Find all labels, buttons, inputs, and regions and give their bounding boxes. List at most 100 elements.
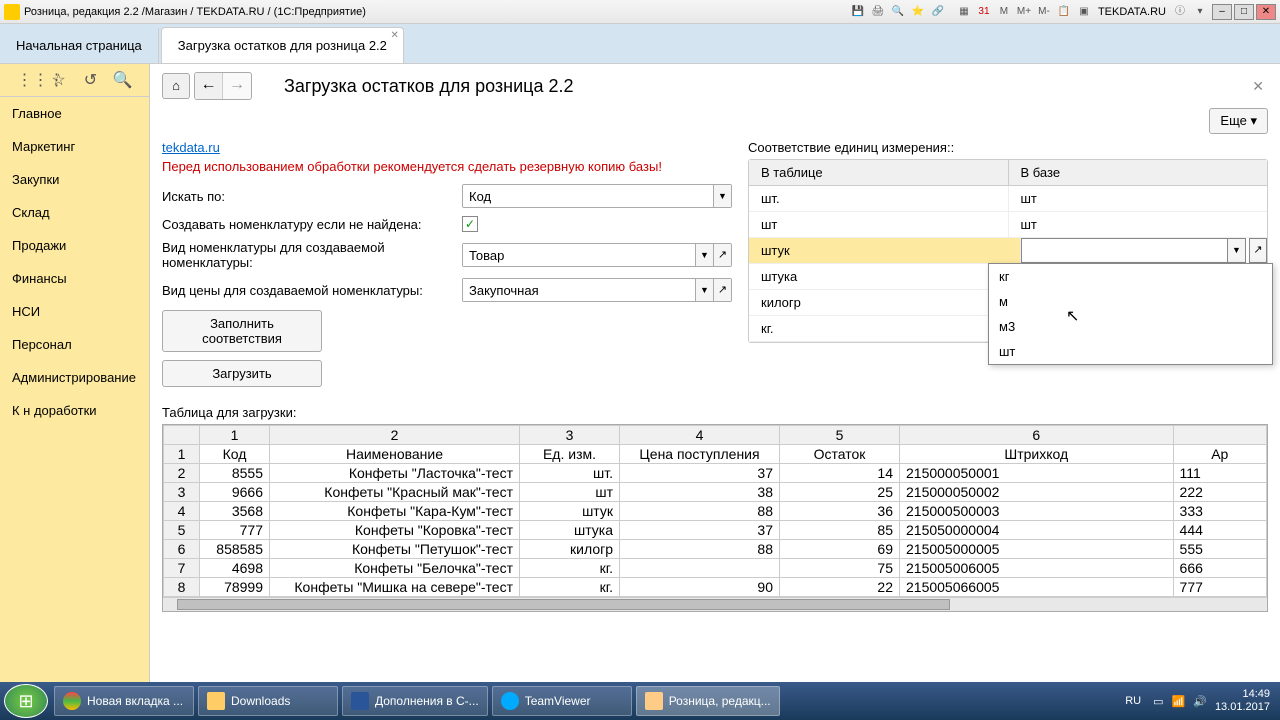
- grid-cell[interactable]: 36: [780, 502, 900, 521]
- grid-cell[interactable]: 858585: [200, 540, 270, 559]
- grid-cell[interactable]: Конфеты "Мишка на севере"-тест: [270, 578, 520, 597]
- grid-cell[interactable]: 555: [1173, 540, 1266, 559]
- history-icon[interactable]: ↺: [81, 70, 101, 90]
- unit-cell-base[interactable]: шт: [1009, 212, 1268, 237]
- unit-cell-table[interactable]: штук: [749, 238, 1021, 263]
- grid-cell[interactable]: 75: [780, 559, 900, 578]
- load-button[interactable]: Загрузить: [162, 360, 322, 387]
- grid-cell[interactable]: 88: [620, 502, 780, 521]
- grid-cell[interactable]: 14: [780, 464, 900, 483]
- sidebar-item-3[interactable]: Склад: [0, 196, 149, 229]
- home-button[interactable]: ⌂: [162, 73, 190, 99]
- grid-cell[interactable]: 8555: [200, 464, 270, 483]
- grid-cell[interactable]: 88: [620, 540, 780, 559]
- dropdown-option[interactable]: м3: [989, 314, 1272, 339]
- grid-cell[interactable]: 37: [620, 521, 780, 540]
- unit-cell-base[interactable]: ▼↗: [1021, 238, 1268, 263]
- forward-button[interactable]: →: [223, 73, 251, 99]
- grid-rownum[interactable]: 5: [164, 521, 200, 540]
- grid-cell[interactable]: 38: [620, 483, 780, 502]
- price-type-dd[interactable]: ▼: [695, 279, 713, 301]
- grid-header-cell[interactable]: Ар: [1173, 445, 1266, 464]
- grid-colnum[interactable]: 5: [780, 426, 900, 445]
- unit-base-open[interactable]: ↗: [1249, 238, 1267, 263]
- task-word[interactable]: Дополнения в C-...: [342, 686, 488, 716]
- grid-cell[interactable]: 222: [1173, 483, 1266, 502]
- unit-cell-table[interactable]: шт.: [749, 186, 1009, 211]
- grid-cell[interactable]: 215005006005: [900, 559, 1174, 578]
- tray-net-icon[interactable]: 📶: [1172, 695, 1186, 708]
- grid-cell[interactable]: 22: [780, 578, 900, 597]
- unit-row[interactable]: штшт: [749, 212, 1267, 238]
- grid-cell[interactable]: [620, 559, 780, 578]
- grid-rownum[interactable]: 1: [164, 445, 200, 464]
- tb-preview-icon[interactable]: 🔍: [889, 3, 907, 21]
- fill-matches-button[interactable]: Заполнить соответствия: [162, 310, 322, 352]
- grid-rownum[interactable]: 3: [164, 483, 200, 502]
- sidebar-item-5[interactable]: Финансы: [0, 262, 149, 295]
- tray-sound-icon[interactable]: 🔊: [1193, 695, 1207, 708]
- grid-rownum[interactable]: 7: [164, 559, 200, 578]
- grid-rownum[interactable]: 8: [164, 578, 200, 597]
- tb-link-icon[interactable]: 🔗: [929, 3, 947, 21]
- back-button[interactable]: ←: [195, 73, 223, 99]
- grid-rownum[interactable]: 4: [164, 502, 200, 521]
- sidebar-item-4[interactable]: Продажи: [0, 229, 149, 262]
- unit-cell-table[interactable]: штука: [749, 264, 1009, 289]
- task-chrome[interactable]: Новая вкладка ...: [54, 686, 194, 716]
- grid-cell[interactable]: Конфеты "Красный мак"-тест: [270, 483, 520, 502]
- grid-header-cell[interactable]: Цена поступления: [620, 445, 780, 464]
- task-downloads[interactable]: Downloads: [198, 686, 338, 716]
- grid-rownum[interactable]: 6: [164, 540, 200, 559]
- grid-cell[interactable]: 215005000005: [900, 540, 1174, 559]
- grid-cell[interactable]: 4698: [200, 559, 270, 578]
- tb-mminus-icon[interactable]: M-: [1035, 3, 1053, 21]
- unit-cell-base[interactable]: шт: [1009, 186, 1268, 211]
- grid-cell[interactable]: 215000050002: [900, 483, 1174, 502]
- search-by-input[interactable]: [463, 185, 713, 207]
- grid-cell[interactable]: 777: [1173, 578, 1266, 597]
- search-by-dd[interactable]: ▼: [713, 185, 731, 207]
- price-type-open[interactable]: ↗: [713, 279, 731, 301]
- tb-mplus-icon[interactable]: M+: [1015, 3, 1033, 21]
- grid-hscroll[interactable]: [163, 597, 1267, 611]
- window-minimize[interactable]: –: [1212, 4, 1232, 20]
- grid-cell[interactable]: Конфеты "Кара-Кум"-тест: [270, 502, 520, 521]
- grid-colnum[interactable]: 6: [900, 426, 1174, 445]
- grid-cell[interactable]: 215000500003: [900, 502, 1174, 521]
- sidebar-item-0[interactable]: Главное: [0, 97, 149, 130]
- grid-cell[interactable]: 9666: [200, 483, 270, 502]
- sidebar-item-7[interactable]: Персонал: [0, 328, 149, 361]
- unit-row[interactable]: штук▼↗: [749, 238, 1267, 264]
- search-by-select[interactable]: ▼: [462, 184, 732, 208]
- unit-cell-table[interactable]: килогр: [749, 290, 1009, 315]
- grid-colnum[interactable]: 3: [520, 426, 620, 445]
- unit-base-input[interactable]: [1021, 238, 1229, 263]
- unit-base-dd[interactable]: ▼: [1228, 238, 1246, 263]
- grid-cell[interactable]: 777: [200, 521, 270, 540]
- unit-cell-table[interactable]: кг.: [749, 316, 1009, 341]
- task-teamviewer[interactable]: TeamViewer: [492, 686, 632, 716]
- search-icon[interactable]: 🔍: [113, 70, 133, 90]
- grid-cell[interactable]: 444: [1173, 521, 1266, 540]
- nom-type-dd[interactable]: ▼: [695, 244, 713, 266]
- grid-cell[interactable]: Конфеты "Коровка"-тест: [270, 521, 520, 540]
- dropdown-option[interactable]: м: [989, 289, 1272, 314]
- tb-windows-icon[interactable]: ▣: [1075, 3, 1093, 21]
- star-icon[interactable]: ☆: [49, 70, 69, 90]
- dropdown-option[interactable]: кг: [989, 264, 1272, 289]
- task-1c[interactable]: Розница, редакц...: [636, 686, 780, 716]
- grid-cell[interactable]: 85: [780, 521, 900, 540]
- sidebar-item-6[interactable]: НСИ: [0, 295, 149, 328]
- tb-dd-icon[interactable]: ▾: [1191, 3, 1209, 21]
- grid-colnum[interactable]: 1: [200, 426, 270, 445]
- grid-header-cell[interactable]: Остаток: [780, 445, 900, 464]
- grid-cell[interactable]: 37: [620, 464, 780, 483]
- grid-cell[interactable]: 666: [1173, 559, 1266, 578]
- tb-save-icon[interactable]: 💾: [849, 3, 867, 21]
- nom-type-select[interactable]: ▼ ↗: [462, 243, 732, 267]
- sidebar-item-9[interactable]: К н доработки: [0, 394, 149, 427]
- dropdown-option[interactable]: шт: [989, 339, 1272, 364]
- grid-header-cell[interactable]: Наименование: [270, 445, 520, 464]
- grid-rownum[interactable]: 2: [164, 464, 200, 483]
